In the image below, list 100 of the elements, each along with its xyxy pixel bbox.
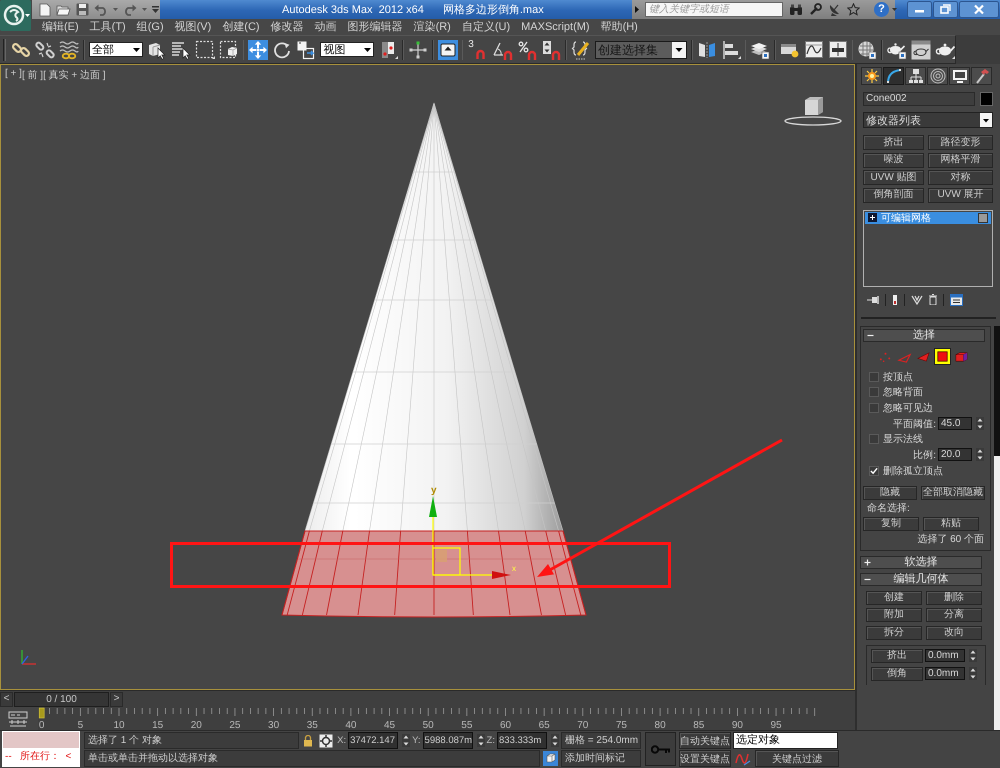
configure-window-icon[interactable] xyxy=(950,294,963,306)
panel-tab[interactable] xyxy=(949,67,970,85)
new-file-icon[interactable] xyxy=(39,2,51,16)
spinner-arrows-icon[interactable] xyxy=(976,417,984,430)
panel-tab[interactable] xyxy=(883,67,904,85)
braces-pencil-icon[interactable] xyxy=(570,40,591,60)
checkbox[interactable] xyxy=(869,434,879,444)
menu-item[interactable]: 视图(V) xyxy=(174,19,212,35)
named-selection-field[interactable]: 创建选择集 xyxy=(594,40,687,58)
panel-button[interactable]: 全部取消隐藏 xyxy=(921,486,985,500)
vertical-bar-icon[interactable] xyxy=(892,294,898,306)
mirror-icon[interactable] xyxy=(696,40,716,60)
expand-arrow-icon[interactable] xyxy=(635,6,639,13)
crosshair-node-icon[interactable] xyxy=(408,40,428,60)
panel-button[interactable]: 复制 xyxy=(863,516,919,531)
crosshair-icon[interactable] xyxy=(319,734,334,748)
checker-sphere-icon[interactable] xyxy=(857,40,878,60)
undo-icon[interactable] xyxy=(94,4,108,16)
number-field[interactable]: 45.0 xyxy=(938,417,972,430)
menu-item[interactable]: 渲染(R) xyxy=(414,19,451,35)
close-icon[interactable] xyxy=(959,1,999,18)
caret-icon[interactable] xyxy=(132,48,140,52)
save-icon[interactable] xyxy=(76,3,89,16)
next-frame-button[interactable]: > xyxy=(110,692,123,706)
square-filled-icon[interactable] xyxy=(934,348,951,364)
panel-tab[interactable] xyxy=(927,67,948,85)
spinner-arrows-icon[interactable] xyxy=(551,734,559,747)
dropdown[interactable]: 视图 xyxy=(320,42,374,57)
menu-item[interactable]: 图形编辑器 xyxy=(348,19,403,35)
pin-icon[interactable] xyxy=(867,294,879,304)
align-icon[interactable] xyxy=(720,40,740,60)
color-swatch-icon[interactable] xyxy=(980,92,993,106)
wave-chain-icon[interactable] xyxy=(59,40,80,60)
minimize-icon[interactable] xyxy=(907,1,932,18)
checkbox[interactable] xyxy=(869,387,879,398)
help-button[interactable]: ? xyxy=(874,2,889,17)
curve-icon[interactable] xyxy=(735,751,751,766)
panel-button[interactable]: 创建 xyxy=(866,590,922,605)
scrollbar-thumb[interactable] xyxy=(994,456,1000,730)
checkbox[interactable] xyxy=(869,372,879,382)
square-icon[interactable] xyxy=(978,212,988,222)
dashed-square-cube-icon[interactable] xyxy=(218,40,239,60)
panel-tab[interactable] xyxy=(971,67,992,85)
double-v-icon[interactable] xyxy=(911,294,923,304)
viewport-menu[interactable]: [ 前 ] xyxy=(22,68,44,82)
number-field[interactable]: 20.0 xyxy=(938,448,972,462)
panel-tab[interactable] xyxy=(905,67,926,85)
rollout-header[interactable]: 选择 xyxy=(863,328,985,342)
open-folder-icon[interactable] xyxy=(56,4,71,16)
panel-button[interactable]: 分离 xyxy=(926,608,982,622)
rollout-header[interactable]: 软选择 xyxy=(860,556,982,569)
coordinate-field[interactable]: 5988.087m xyxy=(422,732,473,749)
snap-toggle-button[interactable]: 3 xyxy=(467,40,490,60)
menu-item[interactable]: 创建(C) xyxy=(222,19,260,35)
modifier-list-dropdown[interactable]: 修改器列表 xyxy=(863,112,993,128)
panel-button[interactable]: 隐藏 xyxy=(863,486,917,500)
cube-icon[interactable] xyxy=(543,751,558,766)
menu-item[interactable]: 编辑(E) xyxy=(42,19,79,35)
magnifier-icon[interactable] xyxy=(809,3,822,16)
modifier-button[interactable]: 倒角剖面 xyxy=(863,188,924,202)
trash-icon[interactable] xyxy=(929,294,937,305)
menu-item[interactable]: 组(G) xyxy=(136,19,164,35)
search-field[interactable]: 键入关键字或短语 xyxy=(645,2,783,17)
panel-tab[interactable] xyxy=(861,67,882,85)
caret-icon[interactable] xyxy=(980,113,992,127)
spinner-arrows-icon[interactable] xyxy=(402,734,410,747)
move-gizmo[interactable] xyxy=(429,496,511,579)
spinner-arrows-icon[interactable] xyxy=(476,734,485,747)
caret-icon[interactable] xyxy=(364,48,372,52)
panel-button[interactable]: 挤出 xyxy=(871,648,923,663)
restore-icon[interactable] xyxy=(933,1,958,18)
view-cube-icon[interactable] xyxy=(784,97,842,126)
teapot-window-icon[interactable] xyxy=(910,40,931,60)
menu-item[interactable]: 自定义(U) xyxy=(462,19,510,35)
modifier-button[interactable]: 挤出 xyxy=(863,135,924,150)
add-time-tag-button[interactable]: 添加时间标记 xyxy=(561,750,641,767)
spinner-arrows-icon[interactable] xyxy=(969,667,977,680)
set-key-button[interactable]: 设置关键点 xyxy=(679,750,731,767)
modifier-button[interactable]: 路径变形 xyxy=(928,135,993,150)
menu-item[interactable]: 修改器 xyxy=(270,19,304,35)
menu-item[interactable]: MAXScript(M) xyxy=(521,19,590,35)
menu-item[interactable]: 帮助(H) xyxy=(600,19,638,35)
spinner-magnet-icon[interactable] xyxy=(541,40,562,60)
modifier-button[interactable]: 网格平滑 xyxy=(928,152,993,168)
key-filters-button[interactable]: 关键点过滤 xyxy=(755,750,839,767)
viewport-menu[interactable]: [ + ] xyxy=(5,68,22,82)
auto-key-button[interactable]: 自动关键点 xyxy=(679,732,731,749)
panel-button[interactable]: 拆分 xyxy=(866,626,922,640)
move-arrows-icon[interactable] xyxy=(248,40,268,60)
dashed-rectangle-icon[interactable] xyxy=(194,40,215,60)
coordinate-field[interactable]: 37472.147 xyxy=(348,732,398,749)
caret-icon[interactable] xyxy=(672,42,686,58)
modifier-button[interactable]: UVW 展开 xyxy=(928,188,993,202)
coordinate-field[interactable]: 833.333m xyxy=(497,732,547,749)
rotate-icon[interactable] xyxy=(272,40,292,60)
curve-window-icon[interactable] xyxy=(804,40,824,60)
panel-button[interactable]: 倒角 xyxy=(871,666,923,681)
modifier-button[interactable]: 对称 xyxy=(928,170,993,185)
customize-caret-icon[interactable] xyxy=(152,6,159,13)
redo-icon[interactable] xyxy=(123,4,137,16)
